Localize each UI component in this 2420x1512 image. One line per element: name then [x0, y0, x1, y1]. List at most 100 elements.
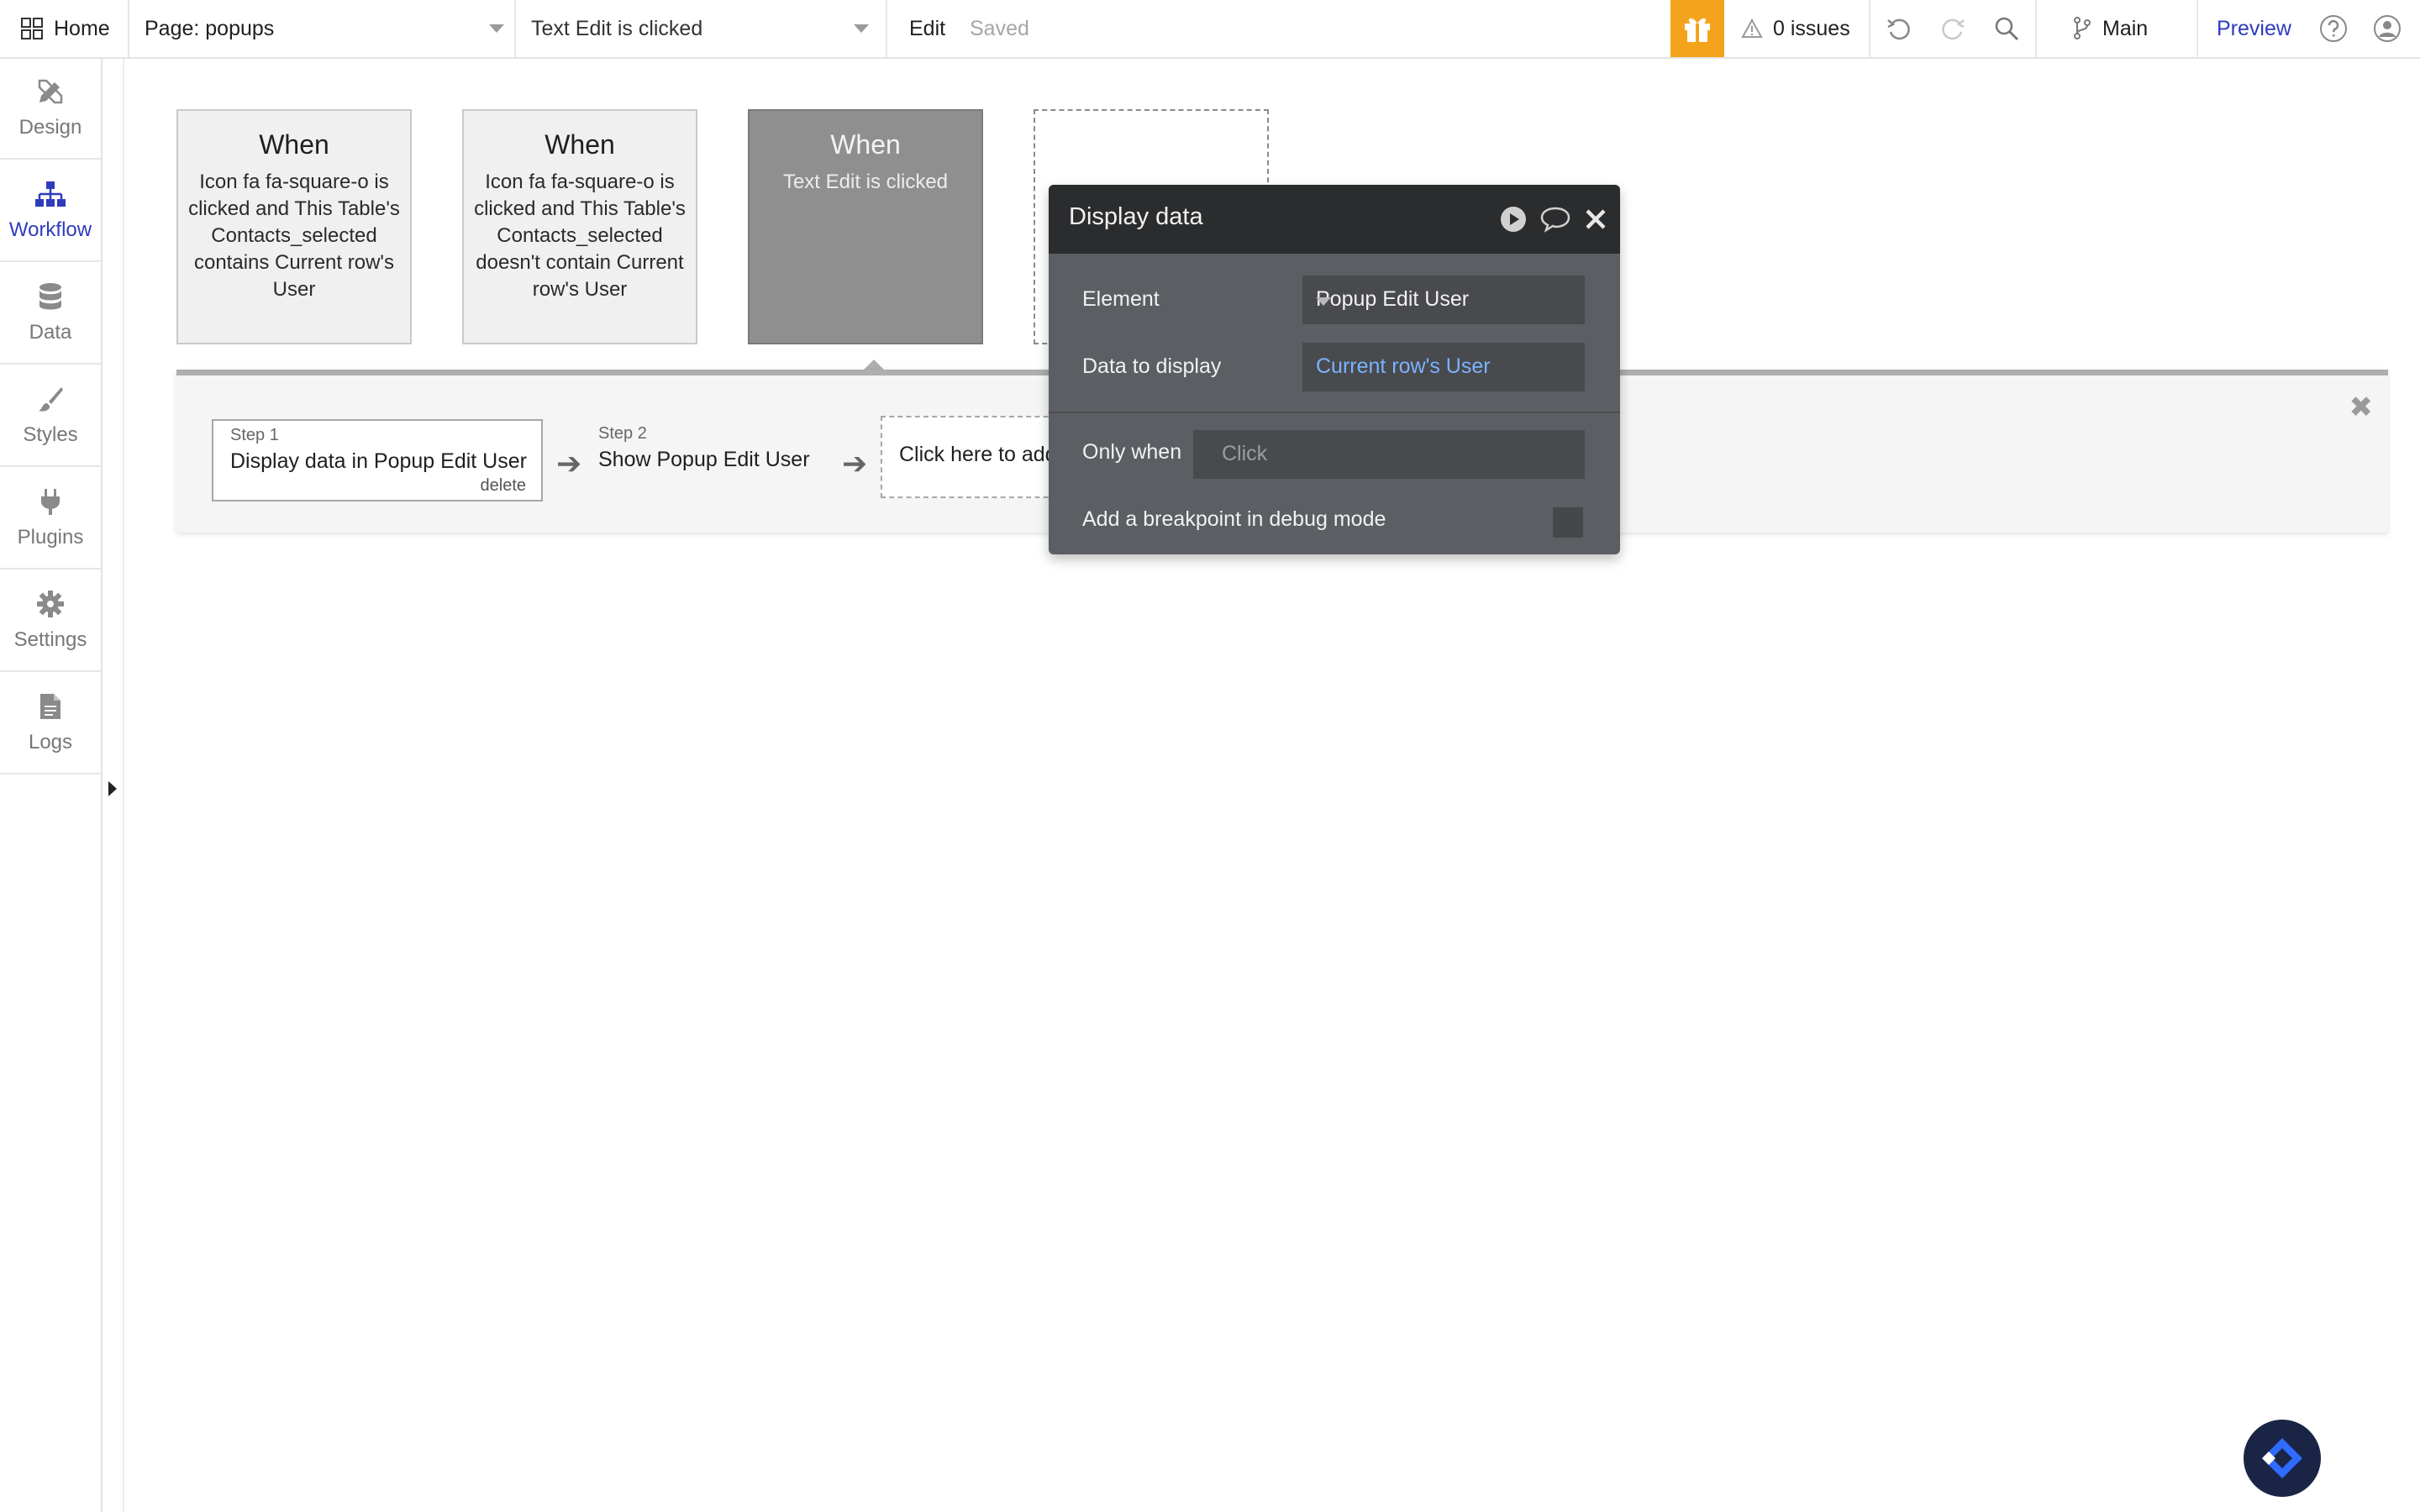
- gear-icon: [37, 591, 64, 617]
- sidebar-item-label: Workflow: [8, 218, 92, 241]
- account-button[interactable]: [2373, 0, 2402, 57]
- data-to-display-field[interactable]: Current row's User: [1302, 343, 1585, 391]
- bubble-assistant-button[interactable]: [2244, 1420, 2321, 1497]
- search-button[interactable]: [1993, 0, 2020, 57]
- sidebar-item-label: Data: [29, 321, 72, 344]
- breakpoint-label: Add a breakpoint in debug mode: [1082, 507, 1386, 531]
- gift-icon: [1685, 18, 1710, 42]
- event-card[interactable]: When Icon fa fa-square-o is clicked and …: [176, 109, 412, 344]
- page-selector-label: Page: popups: [145, 16, 275, 40]
- element-label: Element: [1082, 287, 1160, 311]
- page-selector[interactable]: Page: popups: [145, 0, 509, 57]
- divider: [886, 0, 887, 57]
- edit-menu[interactable]: Edit: [909, 0, 945, 57]
- sidebar-item-label: Design: [18, 116, 82, 139]
- arrow-right-icon: ➔: [842, 446, 868, 480]
- plug-icon: [41, 489, 60, 515]
- undo-button[interactable]: [1886, 0, 1912, 57]
- modal-header: Display data: [1049, 185, 1620, 254]
- left-sidebar: Design Workflow Data Styles Plugins Sett…: [0, 59, 103, 1512]
- sidebar-item-logs[interactable]: Logs: [0, 674, 101, 774]
- sidebar-item-settings[interactable]: Settings: [0, 571, 101, 672]
- divider: [514, 0, 516, 57]
- event-condition: Icon fa fa-square-o is clicked and This …: [474, 171, 686, 301]
- only-when-label: Only when: [1082, 440, 1182, 464]
- bubble-logo-icon: [2262, 1438, 2302, 1478]
- event-when-label: When: [544, 129, 615, 160]
- chevron-down-icon: [1316, 297, 1331, 306]
- undo-icon: [1887, 18, 1910, 40]
- brush-icon: [39, 387, 63, 412]
- sidebar-item-label: Plugins: [17, 526, 84, 549]
- redo-button[interactable]: [1939, 0, 1966, 57]
- action-step-1[interactable]: Step 1 Display data in Popup Edit User d…: [212, 419, 543, 501]
- action-step-2[interactable]: Step 2 Show Popup Edit User: [581, 419, 834, 501]
- sidebar-item-data[interactable]: Data: [0, 264, 101, 365]
- preview-button[interactable]: Preview: [2217, 0, 2291, 57]
- design-icon: [38, 79, 63, 104]
- grid-icon: [21, 18, 43, 39]
- step-number: Step 1: [230, 426, 279, 444]
- issues-button[interactable]: 0 issues: [1741, 0, 1850, 57]
- issues-label: 0 issues: [1773, 16, 1850, 40]
- step-title: Show Popup Edit User: [598, 448, 810, 471]
- delete-step-link[interactable]: delete: [481, 476, 527, 496]
- breakpoint-checkbox[interactable]: [1553, 507, 1583, 538]
- branch-icon: [2074, 17, 2091, 39]
- branch-selector[interactable]: Main: [2072, 0, 2148, 57]
- divider: [1869, 0, 1870, 57]
- chevron-down-icon: [489, 24, 504, 33]
- event-selector[interactable]: Text Edit is clicked: [531, 0, 872, 57]
- saved-label: Saved: [970, 16, 1029, 40]
- help-icon: [2320, 15, 2347, 42]
- element-dropdown[interactable]: Popup Edit User: [1302, 276, 1585, 324]
- preview-label: Preview: [2217, 16, 2291, 40]
- help-button[interactable]: [2319, 0, 2348, 57]
- sidebar-item-design[interactable]: Design: [0, 59, 101, 160]
- warning-icon: [1741, 18, 1763, 38]
- chevron-down-icon: [854, 24, 869, 33]
- only-when-field[interactable]: Click: [1193, 430, 1585, 479]
- save-status: Saved: [970, 0, 1029, 57]
- comment-icon[interactable]: [1539, 205, 1571, 234]
- sidebar-item-label: Logs: [28, 731, 73, 753]
- step-number: Step 2: [598, 424, 647, 443]
- play-icon[interactable]: [1499, 205, 1528, 234]
- sidebar-item-styles[interactable]: Styles: [0, 366, 101, 467]
- data-to-display-value[interactable]: Current row's User: [1316, 354, 1491, 379]
- branch-label: Main: [2102, 16, 2149, 40]
- divider: [2035, 0, 2037, 57]
- canvas-edge: [123, 59, 124, 1512]
- divider: [2196, 0, 2198, 57]
- modal-title: Display data: [1069, 203, 1203, 230]
- sidebar-item-workflow[interactable]: Workflow: [0, 161, 101, 262]
- event-card[interactable]: When Icon fa fa-square-o is clicked and …: [462, 109, 697, 344]
- step-title: Display data in Popup Edit User: [230, 449, 527, 473]
- home-label: Home: [54, 16, 110, 40]
- only-when-placeholder: Click: [1222, 442, 1268, 465]
- divider: [1049, 412, 1620, 413]
- expand-panel-icon[interactable]: [108, 781, 117, 796]
- display-data-modal: Display data Element Popup Edit User Dat…: [1049, 185, 1620, 554]
- sidebar-item-label: Settings: [13, 628, 87, 651]
- event-when-label: When: [259, 129, 329, 160]
- sidebar-item-plugins[interactable]: Plugins: [0, 469, 101, 570]
- top-bar: Home Page: popups Text Edit is clicked E…: [0, 0, 2420, 59]
- add-action-button[interactable]: Click here to add: [881, 416, 1065, 498]
- search-icon: [1995, 17, 2019, 41]
- database-icon: [39, 283, 61, 310]
- redo-icon: [1942, 18, 1965, 40]
- data-to-display-label: Data to display: [1082, 354, 1222, 378]
- add-action-label: Click here to add: [899, 443, 1057, 466]
- workflow-icon: [35, 181, 66, 207]
- divider: [128, 0, 129, 57]
- close-icon[interactable]: ✖: [2349, 391, 2374, 424]
- close-icon[interactable]: [1585, 208, 1607, 230]
- document-icon: [40, 694, 60, 719]
- home-button[interactable]: Home: [20, 0, 110, 57]
- arrow-right-icon: ➔: [556, 446, 582, 480]
- event-condition: Icon fa fa-square-o is clicked and This …: [188, 171, 400, 301]
- event-when-label: When: [830, 129, 901, 160]
- gift-button[interactable]: [1670, 0, 1724, 57]
- event-card-selected[interactable]: When Text Edit is clicked: [748, 109, 983, 344]
